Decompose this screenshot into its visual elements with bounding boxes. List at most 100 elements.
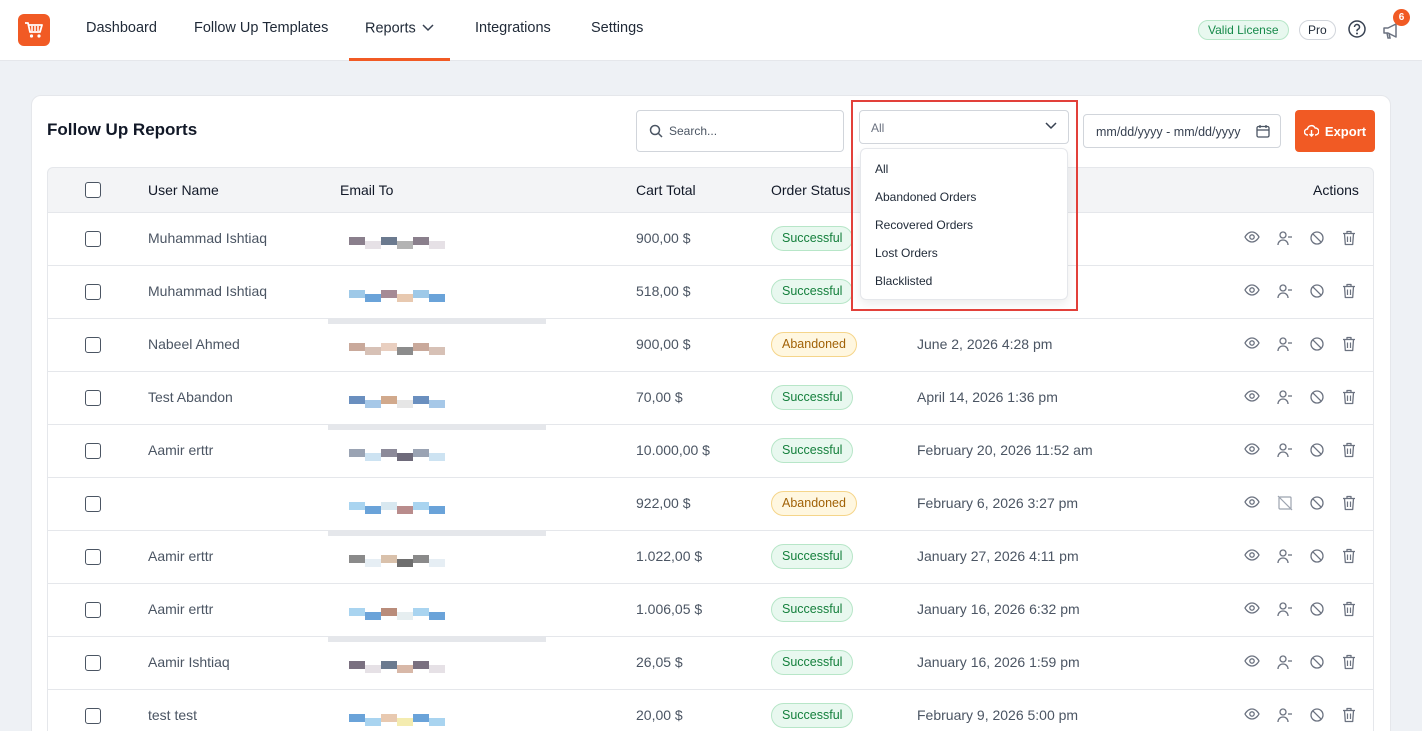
status-badge: Successful bbox=[771, 279, 854, 304]
trash-icon[interactable] bbox=[1342, 389, 1360, 407]
email-redacted bbox=[329, 225, 547, 255]
user-minus-icon[interactable] bbox=[1277, 230, 1295, 248]
table-row[interactable]: Muhammad Ishtiaq 518,00 $ Successful bbox=[47, 266, 1374, 319]
nav-settings[interactable]: Settings bbox=[591, 0, 643, 61]
date-cell: February 20, 2026 11:52 am bbox=[917, 442, 1093, 458]
license-badge: Valid License bbox=[1198, 20, 1289, 40]
row-checkbox[interactable] bbox=[85, 231, 101, 247]
eye-icon[interactable] bbox=[1244, 442, 1262, 460]
table-row[interactable]: Aamir erttr 10.000,00 $ Successful February… bbox=[47, 425, 1374, 478]
block-icon[interactable] bbox=[1309, 548, 1327, 566]
nav-reports[interactable]: Reports bbox=[349, 0, 450, 61]
eye-icon[interactable] bbox=[1244, 495, 1262, 513]
filter-option-lost-orders[interactable]: Lost Orders bbox=[875, 246, 938, 260]
user-minus-icon[interactable] bbox=[1277, 601, 1295, 619]
eye-icon[interactable] bbox=[1244, 548, 1262, 566]
user-minus-icon[interactable] bbox=[1277, 707, 1295, 725]
select-all-checkbox[interactable] bbox=[85, 182, 101, 198]
status-filter-menu: All Abandoned Orders Recovered Orders Lo… bbox=[860, 148, 1068, 300]
user-name-cell: Nabeel Ahmed bbox=[148, 336, 240, 352]
user-minus-icon[interactable] bbox=[1277, 283, 1295, 301]
status-badge: Successful bbox=[771, 385, 854, 410]
eye-icon[interactable] bbox=[1244, 336, 1262, 354]
trash-icon[interactable] bbox=[1342, 442, 1360, 460]
status-filter-select[interactable]: All bbox=[859, 110, 1069, 144]
search-input[interactable] bbox=[669, 121, 834, 141]
header-cart-total: Cart Total bbox=[636, 182, 696, 198]
status-badge: Abandoned bbox=[771, 332, 857, 357]
nav-dashboard[interactable]: Dashboard bbox=[86, 0, 157, 61]
nav-integrations[interactable]: Integrations bbox=[475, 0, 551, 61]
trash-icon[interactable] bbox=[1342, 548, 1360, 566]
user-minus-icon[interactable] bbox=[1277, 548, 1295, 566]
eye-icon[interactable] bbox=[1244, 230, 1262, 248]
status-badge: Abandoned bbox=[771, 491, 857, 516]
filter-option-all[interactable]: All bbox=[875, 162, 888, 176]
block-icon[interactable] bbox=[1309, 442, 1327, 460]
cart-logo-icon[interactable] bbox=[18, 14, 50, 46]
table-row[interactable]: Aamir erttr 1.022,00 $ Successful January 2… bbox=[47, 531, 1374, 584]
block-icon[interactable] bbox=[1309, 707, 1327, 725]
filter-option-blacklisted[interactable]: Blacklisted bbox=[875, 274, 932, 288]
trash-icon[interactable] bbox=[1342, 283, 1360, 301]
user-minus-icon[interactable] bbox=[1277, 336, 1295, 354]
search-box[interactable] bbox=[636, 110, 844, 152]
user-name-cell: Aamir erttr bbox=[148, 548, 214, 564]
no-image-icon[interactable] bbox=[1277, 495, 1295, 513]
table-row[interactable]: Test Abandon 70,00 $ Successful April 14, 2… bbox=[47, 372, 1374, 425]
row-checkbox[interactable] bbox=[85, 549, 101, 565]
trash-icon[interactable] bbox=[1342, 707, 1360, 725]
row-checkbox[interactable] bbox=[85, 655, 101, 671]
date-cell: April 14, 2026 1:36 pm bbox=[917, 389, 1058, 405]
header-actions: Actions bbox=[1313, 182, 1359, 198]
page-title: Follow Up Reports bbox=[47, 120, 198, 139]
row-checkbox[interactable] bbox=[85, 337, 101, 353]
user-minus-icon[interactable] bbox=[1277, 442, 1295, 460]
row-checkbox[interactable] bbox=[85, 390, 101, 406]
eye-icon[interactable] bbox=[1244, 283, 1262, 301]
table-row[interactable]: test test 20,00 $ Successful February 9, 20… bbox=[47, 690, 1374, 731]
trash-icon[interactable] bbox=[1342, 495, 1360, 513]
table-row[interactable]: Aamir Ishtiaq 26,05 $ Successful January 16… bbox=[47, 637, 1374, 690]
eye-icon[interactable] bbox=[1244, 389, 1262, 407]
block-icon[interactable] bbox=[1309, 495, 1327, 513]
help-icon[interactable] bbox=[1347, 19, 1367, 39]
user-name-cell: Aamir erttr bbox=[148, 601, 214, 617]
trash-icon[interactable] bbox=[1342, 654, 1360, 672]
eye-icon[interactable] bbox=[1244, 654, 1262, 672]
block-icon[interactable] bbox=[1309, 230, 1327, 248]
export-button[interactable]: Export bbox=[1295, 110, 1375, 152]
block-icon[interactable] bbox=[1309, 389, 1327, 407]
trash-icon[interactable] bbox=[1342, 336, 1360, 354]
cart-total-cell: 518,00 $ bbox=[636, 283, 691, 299]
trash-icon[interactable] bbox=[1342, 601, 1360, 619]
calendar-icon bbox=[1256, 125, 1270, 138]
block-icon[interactable] bbox=[1309, 336, 1327, 354]
table-row[interactable]: 922,00 $ Abandoned February 6, 2026 3:27 p… bbox=[47, 478, 1374, 531]
row-checkbox[interactable] bbox=[85, 708, 101, 724]
email-redacted bbox=[329, 331, 547, 361]
filter-option-recovered-orders[interactable]: Recovered Orders bbox=[875, 218, 973, 232]
eye-icon[interactable] bbox=[1244, 601, 1262, 619]
row-checkbox[interactable] bbox=[85, 602, 101, 618]
row-checkbox[interactable] bbox=[85, 496, 101, 512]
filter-option-abandoned-orders[interactable]: Abandoned Orders bbox=[875, 190, 976, 204]
email-redacted-separator bbox=[328, 636, 546, 642]
table-row[interactable]: Aamir erttr 1.006,05 $ Successful January 1… bbox=[47, 584, 1374, 637]
table-row[interactable]: Muhammad Ishtiaq 900,00 $ Successful bbox=[47, 213, 1374, 266]
nav-follow-up-templates[interactable]: Follow Up Templates bbox=[194, 0, 328, 61]
user-minus-icon[interactable] bbox=[1277, 389, 1295, 407]
export-label: Export bbox=[1324, 123, 1367, 139]
user-minus-icon[interactable] bbox=[1277, 654, 1295, 672]
nav-reports-label: Reports bbox=[365, 20, 416, 37]
row-checkbox[interactable] bbox=[85, 443, 101, 459]
row-checkbox[interactable] bbox=[85, 284, 101, 300]
block-icon[interactable] bbox=[1309, 283, 1327, 301]
block-icon[interactable] bbox=[1309, 601, 1327, 619]
table-row[interactable]: Nabeel Ahmed 900,00 $ Abandoned June 2, 202… bbox=[47, 319, 1374, 372]
plan-badge: Pro bbox=[1299, 20, 1336, 40]
block-icon[interactable] bbox=[1309, 654, 1327, 672]
eye-icon[interactable] bbox=[1244, 707, 1262, 725]
trash-icon[interactable] bbox=[1342, 230, 1360, 248]
date-range-input[interactable]: mm/dd/yyyy - mm/dd/yyyy bbox=[1083, 114, 1281, 148]
